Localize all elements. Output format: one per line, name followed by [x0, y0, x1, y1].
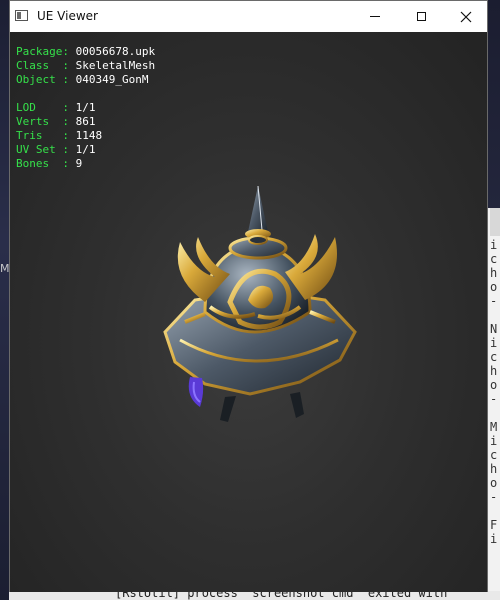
title-bar[interactable]: UE Viewer: [10, 1, 487, 32]
close-button[interactable]: [443, 1, 489, 32]
ue-viewer-window: UE Viewer Package: 00056678.upk Class : …: [9, 0, 488, 592]
info-bones-value: 9: [75, 157, 83, 170]
background-console-window: i c h o - N i c h o - M i c h o - F i: [488, 208, 500, 600]
info-class: Class : SkeletalMesh: [16, 59, 155, 73]
info-lod-label: LOD :: [16, 101, 76, 114]
info-lod: LOD : 1/1: [16, 101, 155, 115]
mesh-info-overlay: Package: 00056678.upk Class : SkeletalMe…: [16, 45, 155, 171]
3d-viewport[interactable]: Package: 00056678.upk Class : SkeletalMe…: [10, 32, 487, 592]
window-title: UE Viewer: [37, 9, 98, 23]
desktop-background-left: [0, 0, 9, 600]
maximize-button[interactable]: [398, 1, 444, 32]
info-verts-value: 861: [75, 115, 96, 128]
background-console-bottom: [RstUtil] process "screenshot cmd" exite…: [9, 591, 500, 600]
info-uvset: UV Set : 1/1: [16, 143, 155, 157]
info-class-value: SkeletalMesh: [75, 59, 156, 72]
info-verts-label: Verts :: [16, 115, 76, 128]
background-console-header: [490, 208, 500, 236]
background-console-bottom-text: [RstUtil] process "screenshot cmd" exite…: [115, 591, 448, 600]
info-object-value: 040349_GonM: [75, 73, 149, 86]
info-class-label: Class :: [16, 59, 76, 72]
maximize-icon: [416, 12, 426, 21]
info-bones-label: Bones :: [16, 157, 76, 170]
info-verts: Verts : 861: [16, 115, 155, 129]
info-object-label: Object :: [16, 73, 76, 86]
minimize-button[interactable]: [352, 1, 398, 32]
info-package-label: Package:: [16, 45, 76, 58]
background-console-text: i c h o - N i c h o - M i c h o - F i: [490, 238, 498, 546]
info-lod-value: 1/1: [75, 101, 96, 114]
info-object: Object : 040349_GonM: [16, 73, 155, 87]
info-uvset-value: 1/1: [75, 143, 96, 156]
info-tris-value: 1148: [75, 129, 103, 142]
info-uvset-label: UV Set :: [16, 143, 76, 156]
helmet-mesh-render[interactable]: [150, 182, 360, 432]
close-icon: [460, 11, 472, 22]
info-tris-label: Tris :: [16, 129, 76, 142]
app-window-icon[interactable]: [15, 10, 28, 21]
info-bones: Bones : 9: [16, 157, 155, 171]
info-package: Package: 00056678.upk: [16, 45, 155, 59]
minimize-icon: [370, 16, 380, 17]
info-tris: Tris : 1148: [16, 129, 155, 143]
info-package-value: 00056678.upk: [75, 45, 156, 58]
